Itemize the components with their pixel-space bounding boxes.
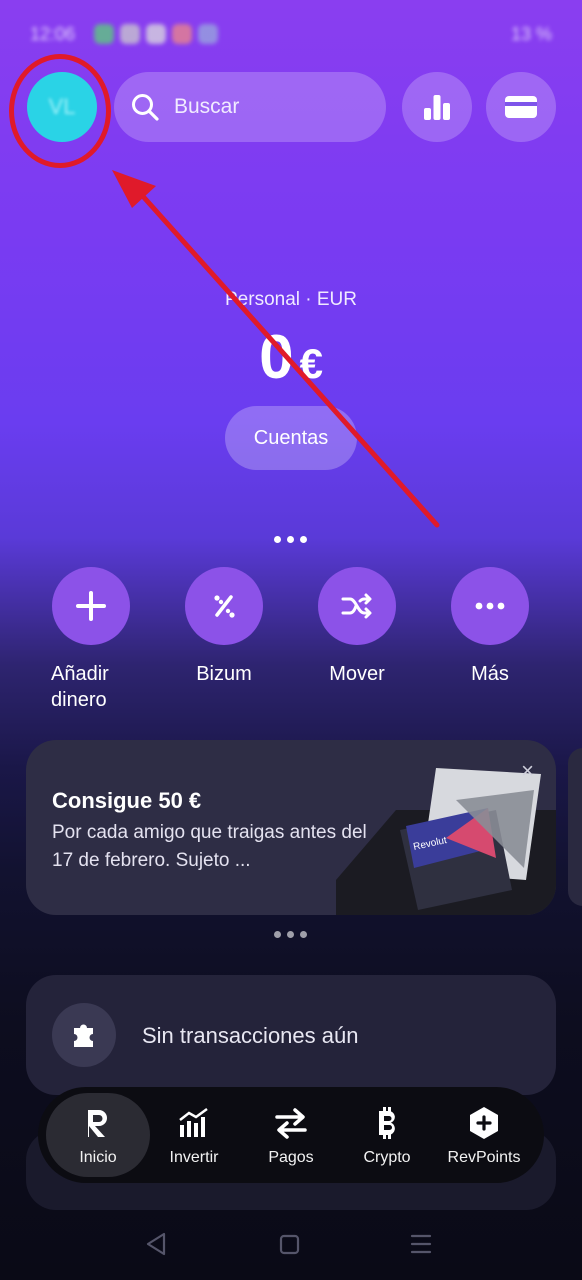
promo-description: Por cada amigo que traigas antes del 17 … <box>52 822 367 871</box>
annotation-circle <box>9 54 111 168</box>
nav-revpoints[interactable]: RevPoints <box>434 1087 534 1183</box>
balance-currency: € <box>299 340 323 387</box>
plus-icon <box>52 567 130 645</box>
more-label: Más <box>471 663 509 685</box>
empty-transactions-label: Sin transacciones aún <box>142 1023 359 1048</box>
transfer-arrows-icon <box>241 1103 341 1143</box>
balance-pager-dots <box>274 536 307 543</box>
balance-value: 0 <box>259 323 294 392</box>
search-bar[interactable]: Buscar <box>114 72 386 142</box>
chart-growth-icon <box>144 1103 244 1143</box>
nav-crypto-label: Crypto <box>363 1149 411 1166</box>
transactions-card[interactable]: Sin transacciones aún <box>26 975 556 1095</box>
recents-icon[interactable] <box>410 1234 432 1254</box>
bottom-nav: Inicio Invertir Pagos Crypto RevPoints <box>38 1087 544 1183</box>
account-label: Personal · EUR <box>225 289 357 310</box>
nav-invest[interactable]: Invertir <box>144 1087 244 1183</box>
cards-button[interactable] <box>486 72 556 142</box>
nav-payments-label: Pagos <box>268 1149 314 1166</box>
accounts-button[interactable]: Cuentas <box>225 406 357 470</box>
nav-payments[interactable]: Pagos <box>241 1087 341 1183</box>
next-promo-card-edge[interactable] <box>568 748 582 906</box>
add-money-label: Añadir dinero <box>51 663 109 711</box>
nav-home[interactable]: Inicio <box>46 1093 150 1177</box>
search-placeholder: Buscar <box>174 95 240 118</box>
more-icon <box>451 567 529 645</box>
shuffle-icon <box>318 567 396 645</box>
nav-home-label: Inicio <box>79 1149 117 1166</box>
card-icon <box>505 96 537 118</box>
hexagon-plus-icon <box>434 1103 534 1143</box>
status-battery: 13 % <box>510 24 552 44</box>
move-action[interactable]: Mover <box>297 567 417 687</box>
bitcoin-icon <box>337 1103 437 1143</box>
nav-invest-label: Invertir <box>169 1149 219 1166</box>
bizum-icon <box>185 567 263 645</box>
analytics-button[interactable] <box>402 72 472 142</box>
back-icon[interactable] <box>146 1232 166 1256</box>
home-icon[interactable] <box>279 1234 300 1255</box>
close-icon[interactable]: × <box>521 758 534 784</box>
nav-revpoints-label: RevPoints <box>447 1149 521 1166</box>
revolut-r-icon <box>46 1103 150 1143</box>
search-icon <box>132 94 159 121</box>
more-action[interactable]: Más <box>430 567 550 687</box>
system-nav-bar <box>146 1232 432 1256</box>
balance-amount: 0 € <box>0 322 582 393</box>
promo-pager-dots <box>274 931 307 938</box>
status-bar: 12:06 13 % <box>30 20 552 52</box>
bizum-action[interactable]: Bizum <box>164 567 284 687</box>
status-time: 12:06 <box>30 24 76 44</box>
move-label: Mover <box>329 663 385 685</box>
bar-chart-icon <box>424 95 450 120</box>
bizum-label: Bizum <box>196 663 252 685</box>
promo-title: Consigue 50 € <box>52 788 202 813</box>
add-money-action[interactable]: Añadir dinero <box>31 567 151 713</box>
puzzle-icon <box>52 1003 116 1067</box>
nav-crypto[interactable]: Crypto <box>337 1087 437 1183</box>
referral-promo-card[interactable]: Revolut Consigue 50 € Por cada amigo que… <box>26 740 556 915</box>
notification-icons <box>94 24 218 44</box>
